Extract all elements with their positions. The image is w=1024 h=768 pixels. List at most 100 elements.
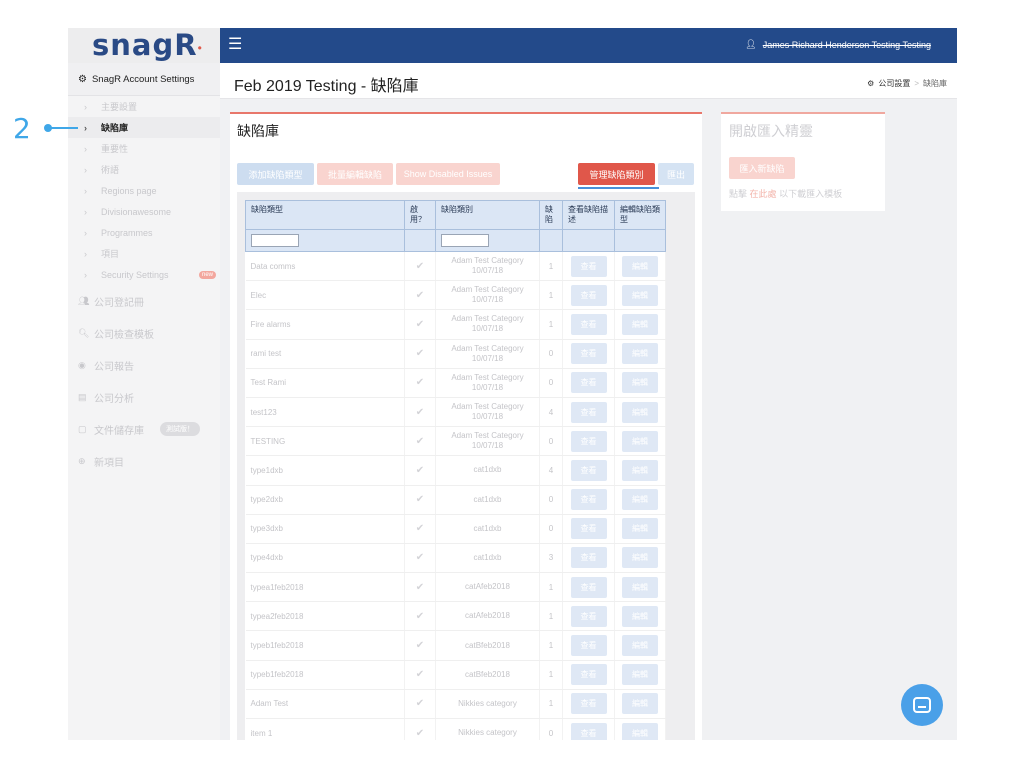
col-defect-type[interactable]: 缺陷類型 [245,200,405,230]
sidebar-subitem-label: Divisionawesome [101,206,172,217]
show-disabled-button[interactable]: Show Disabled Issues [396,163,500,185]
edit-button[interactable]: 編輯 [622,605,658,627]
logo-area[interactable]: snagR • [68,28,220,63]
edit-button[interactable]: 編輯 [622,284,658,306]
edit-button[interactable]: 編輯 [622,693,658,715]
chat-launcher-button[interactable] [901,684,943,726]
col-enabled[interactable]: 啟用？ [404,200,436,230]
sidebar-subitem[interactable]: › Regions page [68,180,220,201]
account-settings-header[interactable]: ⚙ SnagR Account Settings [68,63,220,96]
sidebar-item[interactable]: 🔍︎ 公司檢查模板 [68,317,220,349]
import-defects-button[interactable]: 匯入新缺陷 [729,157,795,179]
view-button[interactable]: 查看 [570,722,607,740]
sidebar-item[interactable]: ▢ 文件儲存庫 測試版！ [68,413,220,445]
cell-count: 1 [539,280,563,311]
cell-count: 1 [539,660,563,690]
menu-icon[interactable]: ☰ [228,37,242,53]
view-button[interactable]: 查看 [570,518,607,540]
cell-view: 查看 [562,601,615,632]
cell-enabled: ✔ [404,397,436,428]
view-button[interactable]: 查看 [570,605,607,627]
edit-button[interactable]: 編輯 [622,547,658,569]
settings-submenu: › 主要設置 › 缺陷庫 › 重要性 › 術語 › Regions page › Divisionaw… [68,96,220,285]
check-icon: ✔ [415,523,425,535]
edit-button[interactable]: 編輯 [622,255,658,277]
view-button[interactable]: 查看 [570,576,607,598]
view-button[interactable]: 查看 [570,664,607,686]
sidebar-subitem[interactable]: › 主要設置 [68,96,220,117]
view-button[interactable]: 查看 [570,401,607,423]
cell-edit: 編輯 [614,630,666,661]
view-button[interactable]: 查看 [570,255,607,277]
chat-icon [913,697,931,713]
sidebar-subitem[interactable]: › 術語 [68,159,220,180]
annotation-number: 2 [13,112,31,145]
cell-category: Adam Test Category 10/07/18 [435,280,540,311]
category-filter-input[interactable] [441,234,489,247]
type-filter-input[interactable] [251,234,299,247]
edit-button[interactable]: 編輯 [622,722,658,740]
edit-button[interactable]: 編輯 [622,664,658,686]
view-button[interactable]: 查看 [570,284,607,306]
sidebar-subitem[interactable]: › 重要性 [68,138,220,159]
sidebar-item-label: 公司登記冊 [94,297,144,309]
sidebar-item[interactable]: ▤ 公司分析 [68,381,220,413]
cell-category: Adam Test Category 10/07/18 [435,251,540,282]
manage-categories-button[interactable]: 管理缺陷類別 [578,163,655,185]
edit-button[interactable]: 編輯 [622,518,658,540]
sidebar-item[interactable]: ⊕ 新項目 [68,445,220,477]
sidebar-item[interactable]: 👥︎ 公司登記冊 [68,285,220,317]
page-title: Feb 2019 Testing - 缺陷庫 [234,78,419,95]
edit-button[interactable]: 編輯 [622,343,658,365]
view-button[interactable]: 查看 [570,372,607,394]
bulk-edit-button[interactable]: 批量編輯缺陷 [317,163,393,185]
user-icon: 👤︎ [745,39,757,49]
cell-enabled: ✔ [404,543,436,574]
view-button[interactable]: 查看 [570,547,607,569]
view-button[interactable]: 查看 [570,459,607,481]
view-button[interactable]: 查看 [570,635,607,657]
edit-button[interactable]: 編輯 [622,576,658,598]
user-menu[interactable]: 👤︎ James Richard Henderson Testing Testi… [745,39,931,50]
edit-button[interactable]: 編輯 [622,635,658,657]
cell-count: 3 [539,543,563,574]
col-count[interactable]: 缺陷 [539,200,563,230]
sidebar-item[interactable]: ◉ 公司報告 [68,349,220,381]
view-button[interactable]: 查看 [570,343,607,365]
chevron-right-icon: › [84,185,87,196]
breadcrumb-company-settings[interactable]: 公司設置 [878,78,910,89]
cell-edit: 編輯 [614,280,666,311]
edit-button[interactable]: 編輯 [622,401,658,423]
cell-view: 查看 [562,485,615,515]
edit-button[interactable]: 編輯 [622,372,658,394]
cell-count: 1 [539,601,563,632]
sidebar-subitem[interactable]: › 項目 [68,243,220,264]
view-button[interactable]: 查看 [570,693,607,715]
view-button[interactable]: 查看 [570,489,607,511]
cell-view: 查看 [562,630,615,661]
sidebar-subitem-label: 主要設置 [101,102,138,112]
logo-mark-icon: • [197,40,202,55]
download-template-link[interactable]: 在此處 [750,189,777,199]
edit-button[interactable]: 編輯 [622,459,658,481]
breadcrumb: ⚙ 公司設置 > 缺陷庫 [867,78,947,89]
edit-button[interactable]: 編輯 [622,313,658,335]
cell-count: 1 [539,572,563,603]
chevron-right-icon: › [84,269,87,280]
edit-button[interactable]: 編輯 [622,430,658,452]
export-button[interactable]: 匯出 [658,163,694,185]
sidebar-subitem[interactable]: › Security Settings new [68,264,220,285]
table-row: typea2feb2018 ✔ catAfeb2018 1 查看 編輯 [245,601,666,632]
cell-edit: 編輯 [614,426,666,457]
bar-chart-icon: ▤ [78,391,87,402]
col-category[interactable]: 缺陷類別 [435,200,540,230]
sidebar-subitem[interactable]: › Divisionawesome [68,201,220,222]
sidebar-subitem[interactable]: › Programmes [68,222,220,243]
edit-button[interactable]: 編輯 [622,489,658,511]
view-button[interactable]: 查看 [570,430,607,452]
sidebar-subitem[interactable]: › 缺陷庫 [68,117,220,138]
view-button[interactable]: 查看 [570,313,607,335]
cell-enabled: ✔ [404,280,436,311]
add-defect-type-button[interactable]: 添加缺陷類型 [237,163,314,185]
check-icon: ✔ [415,260,425,272]
